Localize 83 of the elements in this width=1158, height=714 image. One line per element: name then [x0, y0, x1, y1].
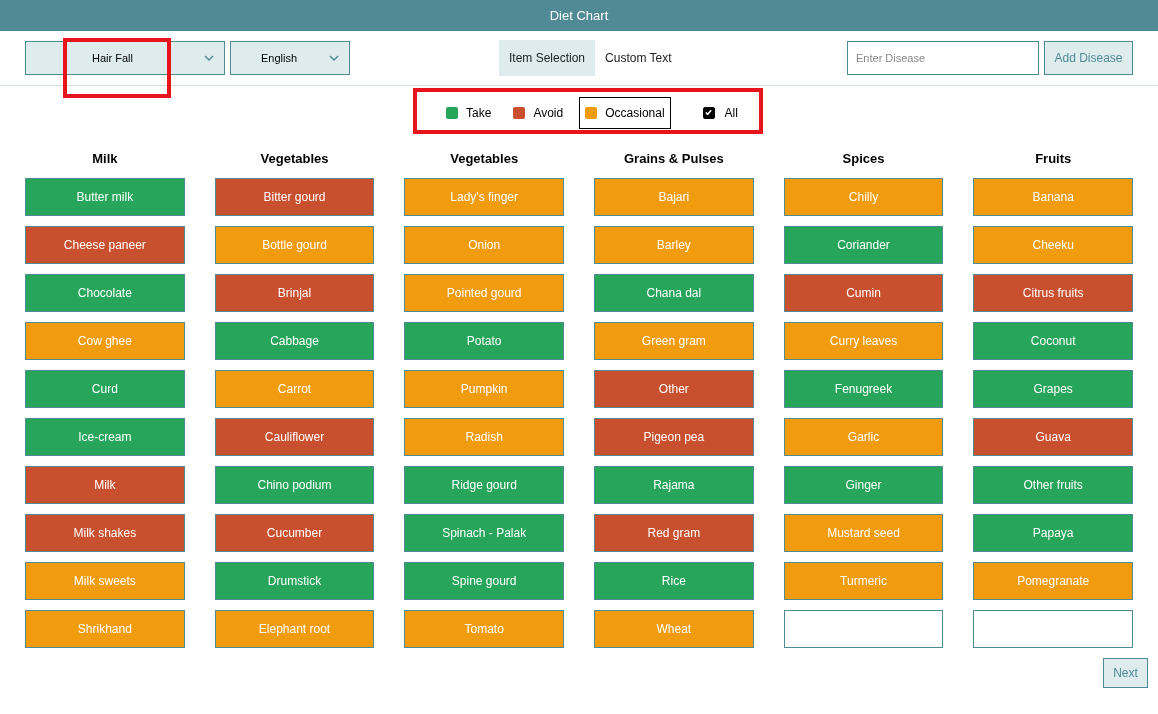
food-item[interactable]: Cheese paneer: [25, 226, 185, 264]
food-item[interactable]: Grapes: [973, 370, 1134, 408]
food-item[interactable]: Milk: [25, 466, 185, 504]
add-disease-button[interactable]: Add Disease: [1044, 41, 1133, 75]
chevron-down-icon: [204, 55, 214, 61]
empty-slot[interactable]: [783, 610, 944, 648]
chevron-down-icon: [329, 55, 339, 61]
food-item[interactable]: Carrot: [214, 370, 375, 408]
food-item[interactable]: Cheeku: [973, 226, 1134, 264]
food-item[interactable]: Pigeon pea: [594, 418, 754, 456]
checkbox-label: All: [724, 104, 738, 122]
food-item[interactable]: Guava: [973, 418, 1134, 456]
food-item[interactable]: Lady's finger: [404, 178, 564, 216]
food-item[interactable]: Shrikhand: [25, 610, 185, 648]
column-heading: Spices: [841, 150, 886, 168]
food-item[interactable]: Milk shakes: [25, 514, 185, 552]
food-item[interactable]: Chocolate: [25, 274, 185, 312]
title-bar: Diet Chart: [0, 0, 1158, 31]
checkbox[interactable]: [702, 106, 715, 119]
food-item[interactable]: Rice: [594, 562, 754, 600]
legend-label: Avoid: [533, 104, 564, 122]
food-item[interactable]: Banana: [973, 178, 1134, 216]
food-item[interactable]: Fenugreek: [783, 370, 944, 408]
food-item[interactable]: Citrus fruits: [973, 274, 1134, 312]
food-item[interactable]: Bajari: [594, 178, 754, 216]
food-item[interactable]: Coconut: [973, 322, 1134, 360]
food-item[interactable]: Brinjal: [214, 274, 375, 312]
food-item[interactable]: Pointed gourd: [404, 274, 564, 312]
column-heading: Vegetables: [449, 150, 520, 168]
food-item[interactable]: Spine gourd: [404, 562, 564, 600]
food-item[interactable]: Ice-cream: [25, 418, 185, 456]
food-item[interactable]: Cow ghee: [25, 322, 185, 360]
food-item[interactable]: Turmeric: [783, 562, 944, 600]
food-item[interactable]: Chana dal: [594, 274, 754, 312]
food-item[interactable]: Curd: [25, 370, 185, 408]
food-item[interactable]: Chilly: [783, 178, 944, 216]
food-item[interactable]: Ridge gourd: [404, 466, 564, 504]
food-item[interactable]: Rajama: [594, 466, 754, 504]
tab[interactable]: Item Selection: [499, 40, 596, 76]
food-item[interactable]: Cucumber: [214, 514, 375, 552]
food-item[interactable]: Ginger: [783, 466, 944, 504]
food-item[interactable]: Cumin: [783, 274, 944, 312]
column-heading: Fruits: [1034, 150, 1073, 168]
food-item[interactable]: Coriander: [783, 226, 944, 264]
legend-item[interactable]: Take: [440, 96, 498, 129]
legend-item[interactable]: Occasional: [579, 96, 671, 129]
food-item[interactable]: Onion: [404, 226, 564, 264]
food-item[interactable]: Bitter gourd: [214, 178, 375, 216]
food-item[interactable]: Milk sweets: [25, 562, 185, 600]
language-dropdown[interactable]: English: [230, 41, 350, 75]
food-item[interactable]: Tomato: [404, 610, 564, 648]
legend-label: Occasional: [605, 104, 665, 122]
food-item[interactable]: Papaya: [973, 514, 1134, 552]
legend-item[interactable]: Avoid: [507, 96, 570, 129]
food-item[interactable]: Radish: [404, 418, 564, 456]
food-item[interactable]: Other fruits: [973, 466, 1134, 504]
food-item[interactable]: Potato: [404, 322, 564, 360]
food-item[interactable]: Chino podium: [214, 466, 375, 504]
disease-input[interactable]: Enter Disease: [847, 41, 1039, 75]
food-item[interactable]: Cabbage: [214, 322, 375, 360]
disease-dropdown[interactable]: Hair Fall: [25, 41, 225, 75]
empty-slot[interactable]: [973, 610, 1134, 648]
food-item[interactable]: Mustard seed: [783, 514, 944, 552]
column-heading: Vegetables: [259, 150, 330, 168]
food-item[interactable]: Barley: [594, 226, 754, 264]
next-button[interactable]: Next: [1103, 658, 1148, 688]
food-item[interactable]: Pomegranate: [973, 562, 1134, 600]
food-item[interactable]: Drumstick: [214, 562, 375, 600]
food-item[interactable]: Curry leaves: [783, 322, 944, 360]
food-item[interactable]: Wheat: [594, 610, 754, 648]
food-item[interactable]: Red gram: [594, 514, 754, 552]
food-item[interactable]: Cauliflower: [214, 418, 375, 456]
food-item[interactable]: Bottle gourd: [214, 226, 375, 264]
food-item[interactable]: Other: [594, 370, 754, 408]
food-item[interactable]: Pumpkin: [404, 370, 564, 408]
column-heading: Milk: [91, 150, 119, 168]
legend-label: Take: [466, 104, 492, 122]
food-item[interactable]: Elephant root: [214, 610, 375, 648]
column-heading: Grains & Pulses: [623, 150, 725, 168]
food-item[interactable]: Spinach - Palak: [404, 514, 564, 552]
food-item[interactable]: Butter milk: [25, 178, 185, 216]
food-item[interactable]: Green gram: [594, 322, 754, 360]
food-item[interactable]: Garlic: [783, 418, 944, 456]
